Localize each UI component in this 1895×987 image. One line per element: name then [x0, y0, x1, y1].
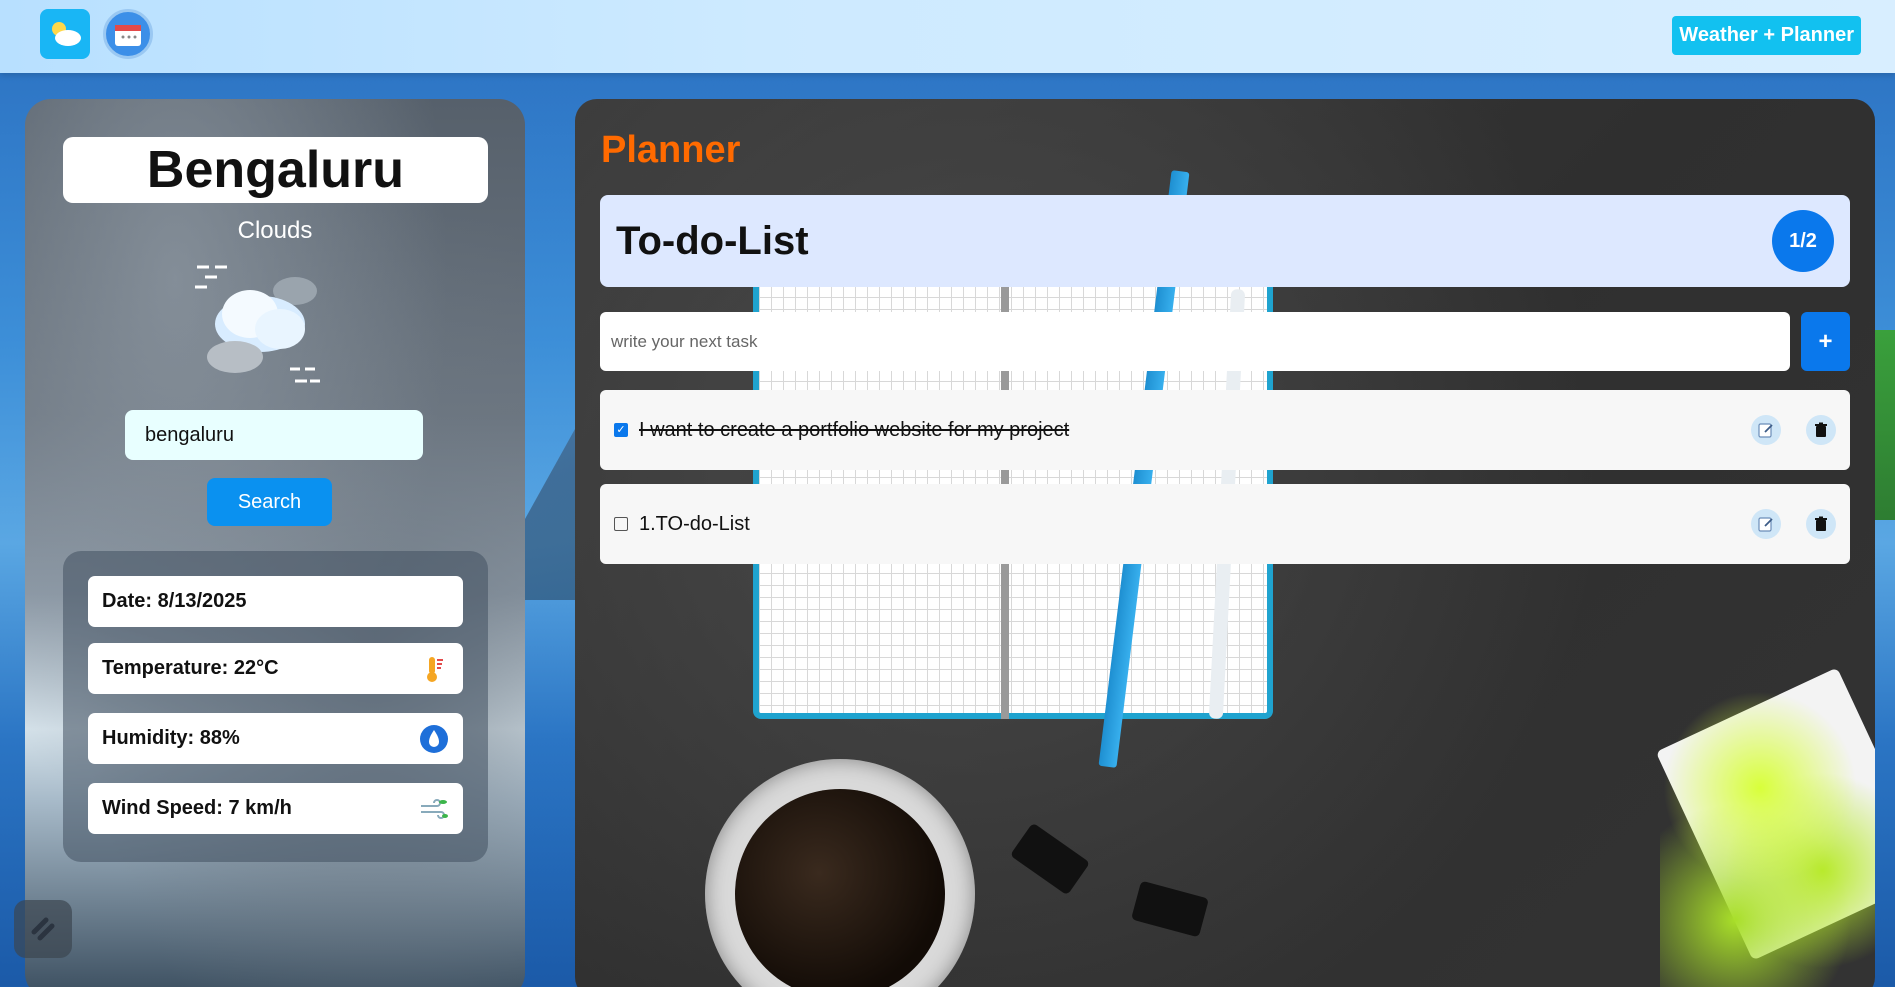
clouds-icon	[195, 265, 320, 383]
task-text: 1.TO-do-List	[639, 512, 750, 535]
delete-icon[interactable]	[1806, 415, 1836, 445]
task-count-badge: 1/2	[1772, 210, 1834, 272]
temperature-stat: Temperature: 22°C	[88, 643, 463, 694]
task-checkbox[interactable]	[614, 517, 628, 531]
planner-title: Planner	[601, 129, 741, 171]
edit-icon[interactable]	[1751, 509, 1781, 539]
sun-cloud-icon	[52, 22, 81, 46]
date-stat: Date: 8/13/2025	[88, 576, 463, 627]
weather-stats: Date: 8/13/2025 Temperature: 22°C Humidi…	[63, 551, 488, 862]
dev-tool-icon[interactable]	[14, 900, 72, 958]
wind-icon	[419, 794, 449, 824]
planner-app-icon[interactable]	[103, 9, 153, 59]
wind-stat: Wind Speed: 7 km/h	[88, 783, 463, 834]
background-binder-clip	[1009, 822, 1091, 896]
background-binder-clip	[1131, 880, 1209, 938]
background-plant	[1660, 689, 1875, 987]
edit-icon[interactable]	[1751, 415, 1781, 445]
city-name: Bengaluru	[63, 137, 488, 203]
thermometer-icon	[419, 654, 449, 684]
humidity-label: Humidity: 88%	[102, 727, 240, 749]
add-task-button[interactable]: +	[1801, 312, 1850, 371]
top-bar: Weather + Planner	[0, 0, 1895, 73]
todo-header: To-do-List 1/2	[600, 195, 1850, 287]
search-button[interactable]: Search	[207, 478, 332, 526]
weather-panel: Bengaluru Clouds Search Date: 8/13/2025 …	[25, 99, 525, 987]
task-checkbox[interactable]: ✓	[614, 423, 628, 437]
humidity-drop-icon	[419, 724, 449, 754]
task-text: I want to create a portfolio website for…	[639, 418, 1070, 441]
humidity-stat: Humidity: 88%	[88, 713, 463, 764]
delete-icon[interactable]	[1806, 509, 1836, 539]
city-search-input[interactable]	[125, 410, 423, 460]
brand-button[interactable]: Weather + Planner	[1672, 16, 1861, 55]
temperature-label: Temperature: 22°C	[102, 657, 279, 679]
date-label: Date: 8/13/2025	[102, 590, 247, 612]
background-coffee	[735, 789, 945, 987]
weather-condition: Clouds	[237, 217, 313, 244]
wind-label: Wind Speed: 7 km/h	[102, 797, 292, 819]
calendar-icon	[115, 25, 141, 46]
task-item: 1.TO-do-List	[600, 484, 1850, 564]
new-task-input[interactable]	[600, 312, 1790, 371]
todo-list-title: To-do-List	[616, 218, 809, 263]
task-item: ✓ I want to create a portfolio website f…	[600, 390, 1850, 470]
planner-panel: Planner To-do-List 1/2 + ✓ I want to cre…	[575, 99, 1875, 987]
weather-app-icon[interactable]	[40, 9, 90, 59]
